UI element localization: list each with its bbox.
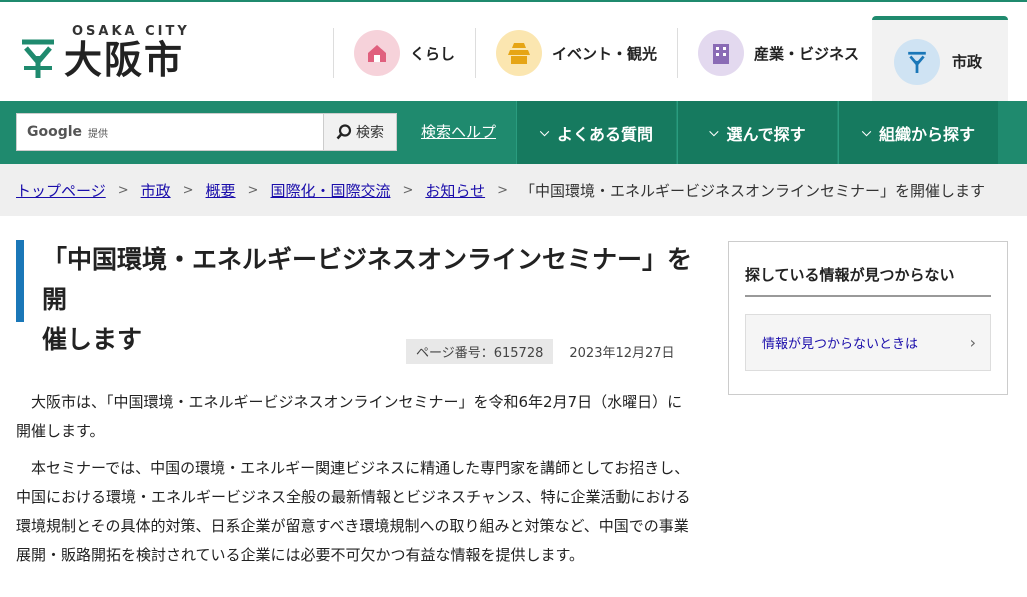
org-menu-button[interactable]: ⌵ 組織から探す — [838, 101, 998, 164]
breadcrumb-item-shisei[interactable]: 市政 — [141, 180, 171, 201]
page-number: ページ番号：615728 — [406, 338, 554, 364]
logo-english-text: OSAKA CITY — [72, 24, 190, 39]
breadcrumb-item-gaiyou[interactable]: 概要 — [206, 180, 236, 201]
site-header: OSAKA CITY 大阪市 くらし イベント・観光 産業・ビジネス 市政 — [0, 0, 1027, 103]
article-body: 大阪市は、「中国環境・エネルギービジネスオンラインセミナー」を令和6年2月7日（… — [16, 388, 696, 578]
chevron-right-icon: > — [182, 182, 194, 198]
breadcrumb-item-international[interactable]: 国際化・国際交流 — [270, 180, 390, 201]
choose-menu-label: 選んで探す — [726, 124, 806, 144]
breadcrumb: トップページ > 市政 > 概要 > 国際化・国際交流 > お知らせ > 「中国… — [0, 164, 1027, 216]
faq-menu-label: よくある質問 — [557, 124, 654, 144]
logo-japanese-text: 大阪市 — [64, 38, 185, 82]
sidebar-title: 探している情報が見つからない — [745, 264, 991, 297]
chevron-right-icon: > — [117, 182, 129, 198]
article-paragraph: 本セミナーでは、中国の環境・エネルギー関連ビジネスに精通した専門家を講師としてお… — [16, 459, 691, 564]
search-button[interactable]: 検索 — [323, 113, 397, 151]
castle-icon — [496, 30, 543, 76]
choose-menu-button[interactable]: ⌵ 選んで探す — [677, 101, 837, 164]
search-icon — [336, 124, 352, 140]
search-button-label: 検索 — [356, 125, 384, 141]
chevron-down-icon: ⌵ — [709, 125, 719, 139]
search-box: Google 提供 — [16, 113, 324, 151]
chevron-right-icon: › — [969, 333, 976, 352]
gnav-shisei[interactable]: 市政 — [872, 16, 1008, 103]
building-icon — [698, 30, 745, 76]
faq-menu-button[interactable]: ⌵ よくある質問 — [516, 101, 676, 164]
gnav-business[interactable]: 産業・ビジネス — [677, 28, 879, 78]
search-help-link[interactable]: 検索ヘルプ — [421, 121, 496, 142]
chevron-right-icon: > — [497, 182, 508, 198]
sidebar-box: 探している情報が見つからない 情報が見つからないときは › — [728, 241, 1008, 395]
not-found-help-label: 情報が見つからないときは — [762, 337, 919, 352]
gnav-label: 産業・ビジネス — [754, 44, 860, 63]
global-nav: くらし イベント・観光 産業・ビジネス — [333, 28, 879, 78]
gnav-label: くらし — [410, 44, 456, 63]
search-input[interactable] — [17, 114, 323, 150]
search-bar: Google 提供 検索 検索ヘルプ ⌵ よくある質問 ⌵ 選んで探す ⌵ 組織… — [0, 101, 1027, 164]
site-logo[interactable]: OSAKA CITY 大阪市 — [20, 24, 210, 84]
breadcrumb-item-news[interactable]: お知らせ — [425, 180, 485, 201]
not-found-help-link[interactable]: 情報が見つからないときは › — [745, 314, 991, 371]
chevron-down-icon: ⌵ — [861, 125, 872, 139]
gnav-kurashi[interactable]: くらし — [333, 28, 475, 78]
chevron-down-icon: ⌵ — [539, 125, 550, 139]
org-menu-label: 組織から探す — [879, 124, 976, 144]
chevron-right-icon: > — [247, 182, 259, 198]
gnav-label: イベント・観光 — [552, 44, 658, 63]
article-paragraph: 大阪市は、「中国環境・エネルギービジネスオンラインセミナー」を令和6年2月7日（… — [16, 393, 683, 440]
house-icon — [354, 30, 400, 76]
breadcrumb-current: 「中国環境・エネルギービジネスオンラインセミナー」を開催します — [519, 181, 985, 200]
page-date: 2023年12月27日 — [569, 345, 675, 361]
breadcrumb-item-top[interactable]: トップページ — [16, 180, 106, 201]
chevron-right-icon: > — [402, 182, 414, 198]
page-meta: ページ番号：615728 2023年12月27日 — [406, 338, 675, 364]
gnav-event[interactable]: イベント・観光 — [475, 28, 677, 78]
page-title-line: 「中国環境・エネルギービジネスオンラインセミナー」を開 — [42, 245, 693, 314]
city-emblem-icon — [894, 38, 940, 85]
page-title-block: 「中国環境・エネルギービジネスオンラインセミナー」を開 催します — [16, 240, 696, 354]
city-emblem-icon — [22, 39, 54, 78]
gnav-label: 市政 — [952, 53, 983, 71]
